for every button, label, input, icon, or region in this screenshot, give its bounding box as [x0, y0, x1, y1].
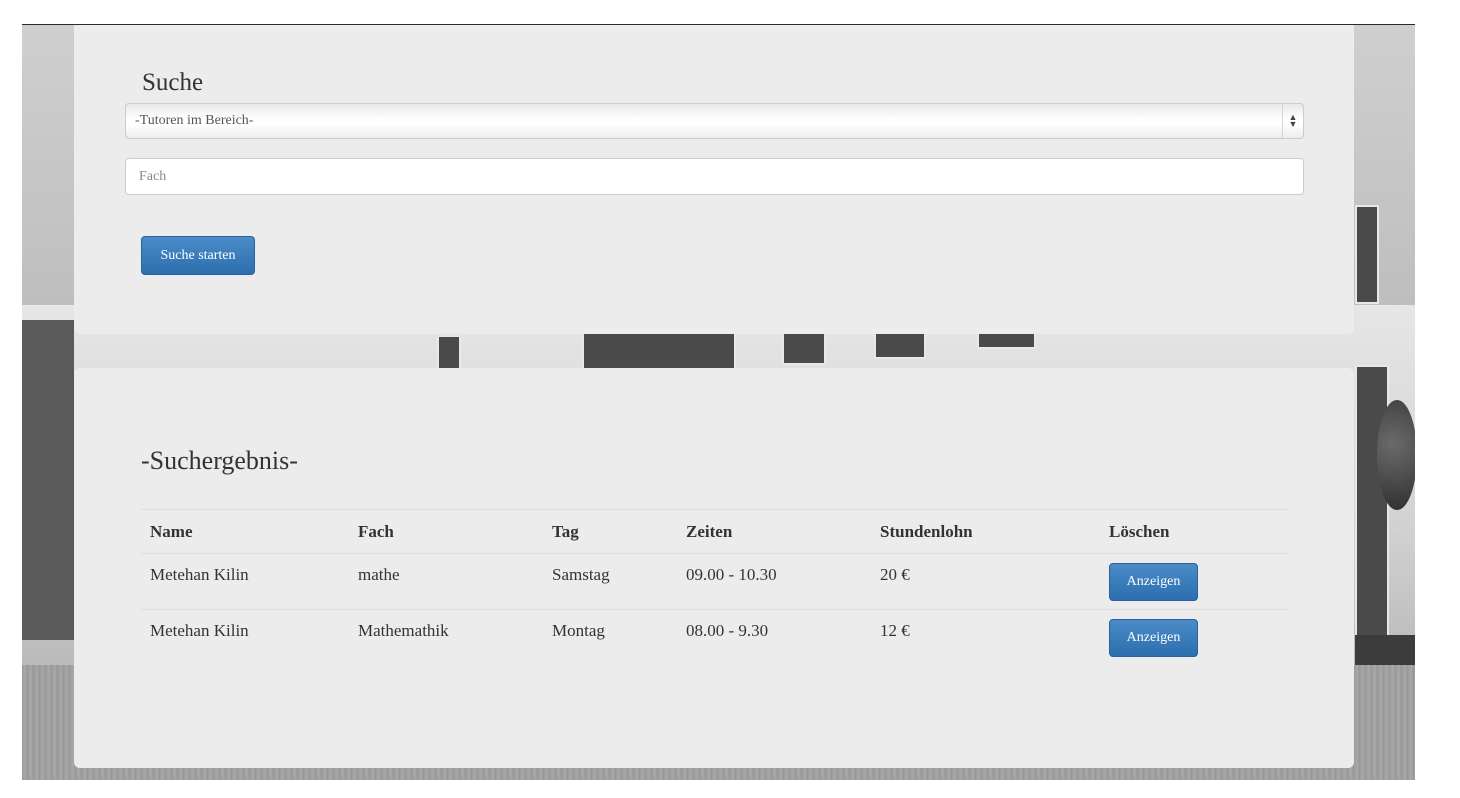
search-panel: Suche -Tutoren im Bereich- ▲ ▼ Fach Suche… [74, 25, 1354, 334]
cell-subject: Mathemathik [358, 621, 449, 640]
results-title: -Suchergebnis- [141, 446, 298, 475]
area-select[interactable]: -Tutoren im Bereich- ▲ ▼ [125, 103, 1304, 139]
column-header-times: Zeiten [677, 509, 871, 554]
column-header-name: Name [141, 509, 349, 554]
cell-hourly-rate: 12 € [880, 621, 910, 640]
background-window [582, 331, 736, 371]
show-button[interactable]: Anzeigen [1109, 563, 1198, 601]
page-viewport: Suche -Tutoren im Bereich- ▲ ▼ Fach Suche… [22, 24, 1415, 780]
cell-hourly-rate: 20 € [871, 553, 1100, 610]
background-window [874, 331, 926, 359]
search-start-button[interactable]: Suche starten [141, 236, 255, 275]
background-window [782, 331, 826, 365]
background-window [1355, 205, 1379, 304]
background-staircase [22, 320, 74, 640]
show-button[interactable]: Anzeigen [1109, 619, 1198, 657]
column-header-delete: Löschen [1100, 509, 1287, 554]
cell-day: Samstag [543, 553, 677, 610]
cell-day: Montag [552, 621, 605, 640]
cell-subject: mathe [349, 553, 543, 610]
cell-name: Metehan Kilin [150, 621, 249, 640]
subject-input[interactable]: Fach [125, 158, 1304, 195]
background-tree [1377, 400, 1415, 510]
cell-name: Metehan Kilin [141, 553, 349, 610]
area-select-value: -Tutoren im Bereich- [135, 113, 254, 128]
column-header-day: Tag [543, 509, 677, 554]
table-row: Metehan Kilin Mathemathik Montag 08.00 -… [141, 610, 1287, 666]
select-arrows-icon: ▲ ▼ [1282, 104, 1303, 138]
search-title: Suche [142, 69, 204, 96]
results-panel: -Suchergebnis- Name Fach Tag Zeiten Stun… [74, 368, 1354, 768]
table-row: Metehan Kilin mathe Samstag 09.00 - 10.3… [141, 553, 1287, 610]
cell-times: 08.00 - 9.30 [686, 621, 769, 640]
cell-action: Anzeigen [1100, 553, 1287, 610]
background-window [437, 335, 461, 371]
table-header-row: Name Fach Tag Zeiten Stundenlohn Löschen [141, 509, 1287, 554]
cell-times: 09.00 - 10.30 [677, 553, 871, 610]
cell-action: Anzeigen [1100, 610, 1287, 666]
background-window [1355, 365, 1389, 639]
column-header-subject: Fach [349, 509, 543, 554]
results-table: Name Fach Tag Zeiten Stundenlohn Löschen… [141, 509, 1287, 666]
column-header-hourly-rate: Stundenlohn [871, 509, 1100, 554]
